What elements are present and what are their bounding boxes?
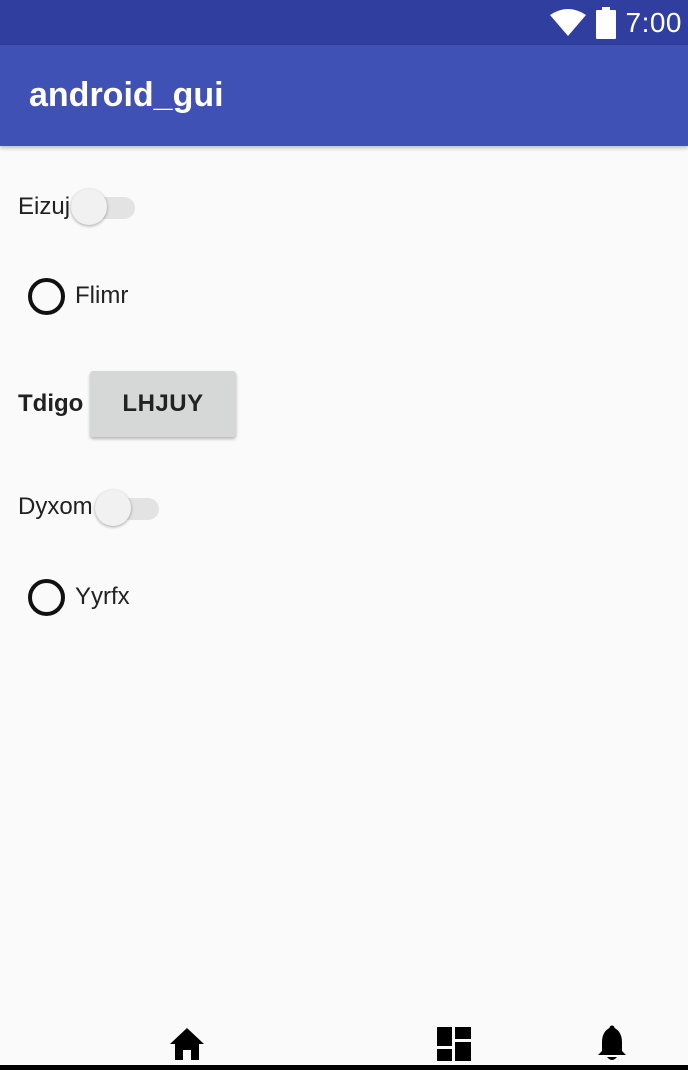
switch-thumb bbox=[95, 490, 131, 526]
radio-row-1: Flimr bbox=[0, 276, 688, 316]
radio-circle-icon bbox=[28, 579, 65, 616]
button-row-label: Tdigo bbox=[18, 390, 84, 417]
switch-row-2: Dyxom bbox=[0, 483, 688, 533]
toggle-switch-2[interactable] bbox=[95, 486, 161, 530]
screen: 7:00 android_gui Eizuj Flimr Tdigo LHJUY… bbox=[0, 0, 688, 1070]
radio-button-2[interactable]: Yyrfx bbox=[28, 579, 138, 617]
switch-label-2: Dyxom bbox=[18, 493, 93, 520]
switch-label-1: Eizuj bbox=[18, 193, 71, 220]
button-row: Tdigo LHJUY bbox=[0, 370, 688, 440]
notifications-icon[interactable] bbox=[596, 1025, 628, 1063]
wifi-icon bbox=[549, 8, 586, 36]
radio-label-2: Yyrfx bbox=[75, 583, 130, 610]
home-icon[interactable] bbox=[169, 1027, 205, 1061]
status-icons: 7:00 bbox=[549, 0, 683, 45]
bottom-nav bbox=[0, 1010, 688, 1070]
radio-label-1: Flimr bbox=[75, 282, 129, 309]
radio-button-1[interactable]: Flimr bbox=[28, 278, 136, 316]
radio-row-2: Yyrfx bbox=[0, 577, 688, 617]
app-title: android_gui bbox=[29, 76, 224, 114]
switch-thumb bbox=[71, 189, 107, 225]
toggle-switch-1[interactable] bbox=[71, 185, 137, 229]
battery-icon bbox=[595, 6, 616, 39]
switch-row-1: Eizuj bbox=[0, 182, 688, 232]
status-bar: 7:00 bbox=[0, 0, 688, 45]
status-time: 7:00 bbox=[625, 7, 682, 38]
bottom-divider bbox=[0, 1065, 688, 1070]
dashboard-icon[interactable] bbox=[437, 1027, 471, 1061]
lhjuy-button[interactable]: LHJUY bbox=[90, 371, 236, 437]
radio-circle-icon bbox=[28, 278, 65, 315]
app-bar: android_gui bbox=[0, 45, 688, 146]
